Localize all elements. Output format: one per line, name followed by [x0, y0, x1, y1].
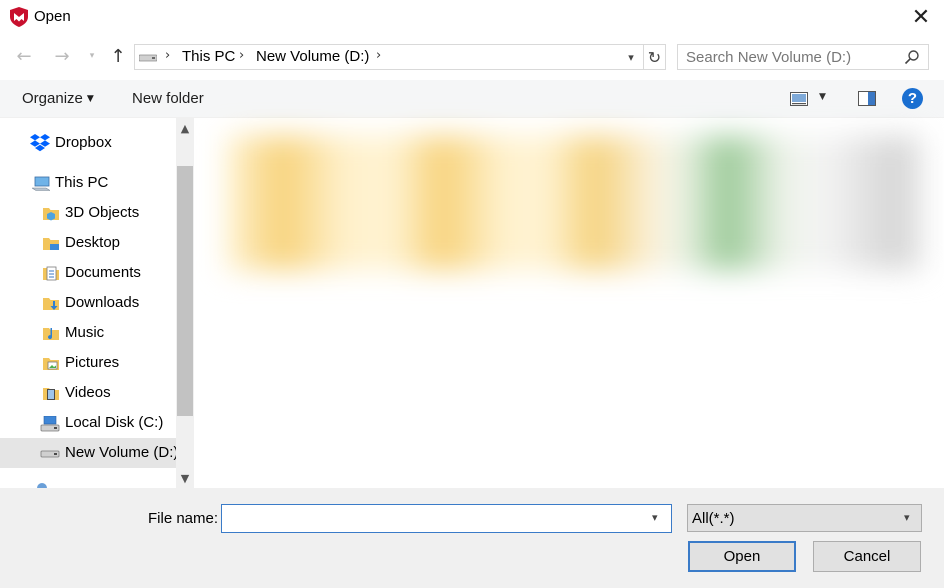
mcafee-shield-icon	[10, 7, 28, 27]
sidebar-item-music[interactable]: Music	[0, 318, 176, 348]
breadcrumb-new-volume[interactable]: New Volume (D:)	[256, 48, 369, 65]
caret-down-icon: ▼	[86, 94, 94, 104]
sidebar-item-this-pc[interactable]: This PC	[0, 168, 176, 198]
computer-icon	[32, 176, 50, 191]
search-input[interactable]	[686, 48, 896, 66]
forward-button[interactable]: →	[50, 44, 74, 68]
forward-arrow-icon: →	[54, 45, 70, 67]
cancel-button[interactable]: Cancel	[813, 541, 921, 572]
sidebar-item-label: Local Disk (C:)	[65, 414, 164, 431]
sidebar-item-label: Videos	[65, 384, 111, 401]
dropbox-icon	[30, 134, 50, 152]
title-bar: Open ✕	[0, 0, 944, 34]
sidebar-item-documents[interactable]: Documents	[0, 258, 176, 288]
drive-icon	[40, 450, 60, 458]
sidebar-item-local-disk-c[interactable]: Local Disk (C:)	[0, 408, 176, 438]
sidebar-item-label: Music	[65, 324, 105, 341]
navigation-pane: Dropbox This PC 3D Objects Desktop Docum…	[0, 118, 176, 488]
drive-icon	[139, 54, 157, 62]
videos-folder-icon	[43, 388, 59, 400]
sidebar-item-dropbox[interactable]: Dropbox	[0, 128, 176, 158]
organize-button[interactable]: Organize ▼	[22, 90, 94, 107]
search-box[interactable]	[677, 44, 929, 70]
downloads-folder-icon	[43, 298, 59, 310]
sidebar-item-videos[interactable]: Videos	[0, 378, 176, 408]
navigation-bar: ← → ▾ ↑ › This PC › New Volume (D:) › ▾ …	[0, 34, 944, 78]
sidebar-item-downloads[interactable]: Downloads	[0, 288, 176, 318]
address-bar[interactable]: › This PC › New Volume (D:) › ▾ ↻	[134, 44, 666, 70]
breadcrumb-this-pc[interactable]: This PC	[182, 48, 235, 65]
file-name-input[interactable]	[227, 509, 627, 529]
file-dialog-footer: File name: ▾ All(*.*) ▾ Open Cancel	[0, 488, 944, 588]
sidebar-item-3d-objects[interactable]: 3D Objects	[0, 198, 176, 228]
chevron-right-icon: ›	[376, 48, 382, 63]
file-name-combo[interactable]: ▾	[221, 504, 672, 533]
help-icon[interactable]: ?	[902, 88, 923, 109]
chevron-down-icon[interactable]: ▾	[652, 511, 658, 524]
navigation-pane-scrollbar[interactable]: ▲ ▼	[176, 118, 194, 488]
chevron-down-icon: ▾	[904, 511, 910, 524]
music-folder-icon	[43, 328, 59, 340]
address-dropdown-button[interactable]: ▾	[621, 47, 641, 67]
chevron-down-icon: ▼	[180, 471, 190, 485]
back-arrow-icon: ←	[16, 45, 32, 67]
open-button[interactable]: Open	[688, 541, 796, 572]
sidebar-item-label: Dropbox	[55, 134, 112, 151]
close-icon: ✕	[911, 4, 931, 30]
sidebar-item-desktop[interactable]: Desktop	[0, 228, 176, 258]
sidebar-item-label: This PC	[55, 174, 109, 191]
3d-objects-folder-icon	[43, 208, 59, 221]
chevron-right-icon: ›	[239, 48, 245, 63]
search-icon	[904, 50, 919, 65]
chevron-down-icon: ▾	[89, 51, 95, 61]
sidebar-item-label: Pictures	[65, 354, 120, 371]
sidebar-item-label: Downloads	[65, 294, 140, 311]
sidebar-item-label: New Volume (D:)	[65, 444, 176, 461]
file-type-value: All(*.*)	[692, 510, 735, 527]
up-button[interactable]: ↑	[106, 44, 130, 68]
window-title: Open	[34, 8, 71, 25]
refresh-button[interactable]: ↻	[643, 45, 665, 69]
up-arrow-icon: ↑	[110, 45, 126, 67]
file-name-label: File name:	[148, 510, 219, 527]
sidebar-item-pictures[interactable]: Pictures	[0, 348, 176, 378]
desktop-folder-icon	[43, 238, 59, 250]
documents-folder-icon	[43, 266, 59, 281]
chevron-down-icon: ▾	[628, 50, 634, 64]
file-list-area[interactable]	[194, 118, 944, 488]
refresh-icon: ↻	[647, 47, 662, 67]
scroll-thumb[interactable]	[177, 166, 193, 416]
organize-label: Organize	[22, 90, 83, 107]
recent-locations-button[interactable]: ▾	[80, 44, 104, 68]
blurred-file-icons	[226, 136, 922, 270]
sidebar-item-label: Documents	[65, 264, 141, 281]
change-view-icon[interactable]	[790, 92, 808, 106]
chevron-up-icon: ▲	[180, 121, 190, 135]
sidebar-item-label: 3D Objects	[65, 204, 140, 221]
back-button[interactable]: ←	[12, 44, 36, 68]
pictures-folder-icon	[43, 358, 59, 370]
chevron-right-icon: ›	[165, 48, 171, 63]
close-button[interactable]: ✕	[906, 2, 936, 32]
view-options-caret-icon[interactable]: ▼	[819, 92, 826, 102]
file-type-select[interactable]: All(*.*) ▾	[687, 504, 922, 532]
sidebar-item-label: Desktop	[65, 234, 121, 251]
scroll-down-button[interactable]: ▼	[176, 468, 194, 488]
scroll-up-button[interactable]: ▲	[176, 118, 194, 138]
local-disk-icon	[40, 416, 60, 432]
sidebar-item-new-volume-d[interactable]: New Volume (D:)	[0, 438, 176, 468]
new-folder-button[interactable]: New folder	[132, 90, 204, 107]
command-toolbar: Organize ▼ New folder ▼ ?	[0, 80, 944, 118]
preview-pane-icon[interactable]	[858, 91, 876, 106]
